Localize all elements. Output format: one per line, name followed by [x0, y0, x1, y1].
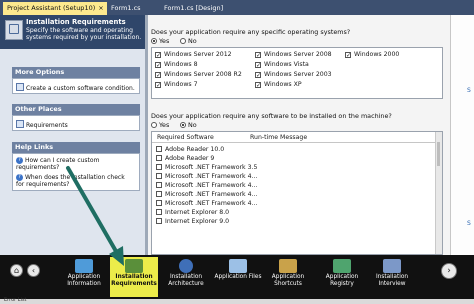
installation-architecture-icon: [179, 259, 193, 273]
software-row[interactable]: Internet Explorer 9.0: [156, 218, 229, 225]
software-row[interactable]: Internet Explorer 8.0: [156, 209, 229, 216]
application-shortcuts-icon: [279, 259, 297, 273]
os-checkbox[interactable]: ✓ Windows Server 2008 R2: [155, 71, 242, 79]
software-yes-radio[interactable]: Yes: [151, 121, 169, 129]
back-arrow-icon[interactable]: ‹: [27, 264, 40, 277]
radio-selected[interactable]: [180, 122, 186, 128]
left-sidebar: More Options Create a custom software co…: [0, 49, 145, 255]
requirements-page-icon: [16, 120, 24, 128]
os-checkbox[interactable]: ✓ Windows Server 2008: [255, 51, 332, 59]
help-links-header: Help Links: [12, 142, 140, 153]
more-options-header: More Options: [12, 67, 140, 78]
tab-label: Form1.cs: [111, 4, 141, 12]
os-no-radio[interactable]: No: [180, 37, 197, 45]
tab-label: Project Assistant (Setup10): [7, 4, 96, 12]
software-row[interactable]: Adobe Reader 10.0: [156, 146, 224, 153]
side-panel-marker: S: [467, 220, 471, 227]
os-checkbox[interactable]: ✓ Windows 8: [155, 61, 198, 69]
forward-arrow-icon[interactable]: ›: [441, 263, 457, 279]
nav-installation-requirements[interactable]: Installation Requirements: [110, 257, 158, 297]
other-places-panel: Requirements: [12, 115, 140, 131]
column-header-required-software[interactable]: Required Software: [157, 134, 214, 141]
other-places-header: Other Places: [12, 104, 140, 115]
nav-installation-architecture[interactable]: Installation Architecture: [162, 257, 210, 297]
application-files-icon: [229, 259, 247, 273]
os-checkbox[interactable]: ✓ Windows Vista: [255, 61, 309, 69]
os-question: Does your application require any specif…: [151, 28, 351, 36]
page-title: Installation Requirements: [26, 18, 126, 26]
software-row[interactable]: Microsoft .NET Framework 3.5: [156, 164, 257, 171]
os-checkbox[interactable]: ✓ Windows XP: [255, 81, 302, 89]
installation-interview-icon: [383, 259, 401, 273]
software-row[interactable]: Microsoft .NET Framework 4...: [156, 182, 257, 189]
condition-icon: [16, 83, 24, 91]
software-no-radio[interactable]: No: [180, 121, 197, 129]
tab-label: Form1.cs [Design]: [164, 4, 224, 12]
requirements-panel: Does your application require any specif…: [148, 15, 450, 255]
help-link-custom-requirements[interactable]: ? How can I create custom requirements?: [16, 157, 134, 171]
application-registry-icon: [333, 259, 351, 273]
error-list-strip: Error List: [0, 297, 474, 304]
column-header-runtime-message[interactable]: Run-time Message: [250, 134, 307, 141]
application-information-icon: [75, 259, 93, 273]
page-description: Specify the software and operating syste…: [26, 27, 142, 41]
radio-unselected[interactable]: [151, 122, 157, 128]
installation-requirements-icon: [125, 259, 143, 273]
help-link-check-requirements[interactable]: ? When does the installation check for re…: [16, 174, 134, 188]
document-tab-strip: Project Assistant (Setup10) × Form1.cs Fo…: [0, 0, 474, 15]
requirements-link[interactable]: Requirements: [16, 120, 68, 129]
software-row[interactable]: Microsoft .NET Framework 4...: [156, 191, 257, 198]
os-checkbox[interactable]: ✓ Windows 2000: [345, 51, 399, 59]
nav-application-registry[interactable]: Application Registry: [318, 257, 366, 297]
side-panel-marker: S: [467, 87, 471, 94]
os-checkbox[interactable]: ✓ Windows Server 2012: [155, 51, 232, 59]
software-row[interactable]: Adobe Reader 9: [156, 155, 214, 162]
right-side-panel-edge: S S: [450, 15, 474, 255]
tab-project-assistant[interactable]: Project Assistant (Setup10) ×: [3, 2, 107, 15]
error-list-label[interactable]: Error List: [4, 297, 27, 303]
tab-form1-design[interactable]: Form1.cs [Design]: [160, 2, 240, 15]
home-icon[interactable]: ⌂: [10, 264, 23, 277]
tab-form1-cs[interactable]: Form1.cs: [107, 2, 159, 15]
page-header: Installation Requirements Specify the so…: [0, 15, 145, 49]
create-custom-condition-link[interactable]: Create a custom software condition.: [16, 83, 135, 92]
requirements-icon: [5, 20, 23, 40]
software-row[interactable]: Microsoft .NET Framework 4...: [156, 200, 257, 207]
radio-selected[interactable]: [151, 38, 157, 44]
nav-installation-interview[interactable]: Installation Interview: [368, 257, 416, 297]
help-links-panel: ? How can I create custom requirements? ?…: [12, 153, 140, 191]
more-options-panel: Create a custom software condition.: [12, 78, 140, 94]
help-icon: ?: [16, 157, 23, 164]
close-icon[interactable]: ×: [98, 4, 103, 12]
radio-unselected[interactable]: [180, 38, 186, 44]
project-assistant-nav-bar: ⌂ ‹ Application Information Installation…: [0, 255, 474, 299]
header-divider: [152, 142, 438, 143]
nav-application-information[interactable]: Application Information: [60, 257, 108, 297]
software-row[interactable]: Microsoft .NET Framework 4...: [156, 173, 257, 180]
os-checklist: ✓ Windows Server 2012 ✓ Windows 8 ✓ Windows…: [151, 47, 443, 99]
os-checkbox[interactable]: ✓ Windows 7: [155, 81, 198, 89]
software-list-scrollbar[interactable]: [435, 132, 442, 254]
os-yes-radio[interactable]: Yes: [151, 37, 169, 45]
nav-application-shortcuts[interactable]: Application Shortcuts: [264, 257, 312, 297]
software-list: Required Software Run-time Message Adobe…: [151, 131, 443, 255]
software-question: Does your application require any softwa…: [151, 112, 392, 120]
nav-application-files[interactable]: Application Files: [214, 257, 262, 297]
os-checkbox[interactable]: ✓ Windows Server 2003: [255, 71, 332, 79]
help-icon: ?: [16, 174, 23, 181]
